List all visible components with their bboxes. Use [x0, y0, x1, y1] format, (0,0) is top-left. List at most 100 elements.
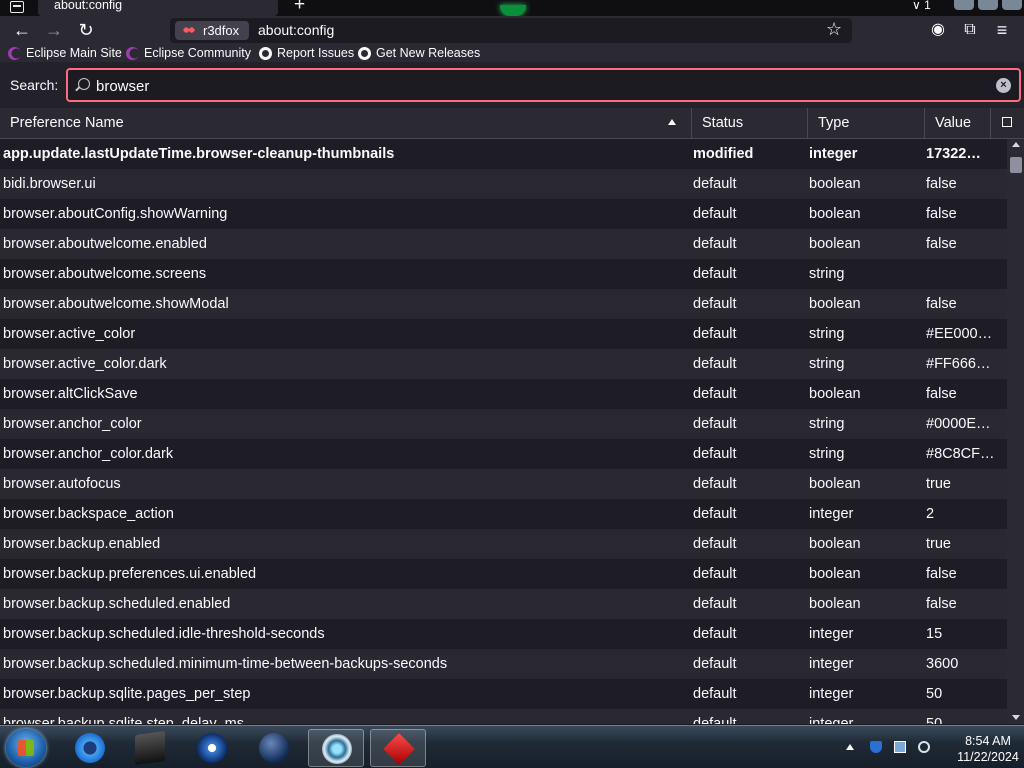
tab-title: about:config: [54, 0, 123, 12]
table-row[interactable]: browser.active_color.dark default string #F…: [0, 349, 1007, 379]
pref-name-cell: browser.backup.scheduled.minimum-time-be…: [3, 656, 448, 672]
taskbar-command-prompt[interactable]: [122, 729, 178, 767]
table-row[interactable]: browser.backup.scheduled.idle-threshold-…: [0, 619, 1007, 649]
column-type[interactable]: Type: [807, 108, 925, 138]
clock-time[interactable]: 8:54 AM: [952, 734, 1024, 748]
eclipse-icon: [126, 46, 139, 60]
table-row[interactable]: browser.backup.enabled default boolean true: [0, 529, 1007, 559]
vertical-scrollbar[interactable]: [1007, 139, 1024, 724]
taskbar-media-player[interactable]: [184, 729, 240, 767]
status-cell: default: [693, 566, 737, 582]
taskbar-internet-explorer[interactable]: [62, 729, 118, 767]
maximize-button[interactable]: [978, 0, 998, 10]
scroll-up-icon[interactable]: [1012, 142, 1020, 147]
taskbar-r3dfox[interactable]: [370, 729, 426, 767]
table-row[interactable]: browser.backspace_action default integer 2: [0, 499, 1007, 529]
bookmark-eclipse-main-site[interactable]: Eclipse Main Site: [8, 44, 122, 62]
security-shield-icon[interactable]: [870, 741, 882, 753]
github-icon: [358, 46, 371, 60]
value-cell: 3600: [926, 656, 959, 672]
pref-name-cell: browser.aboutwelcome.enabled: [3, 236, 207, 252]
start-button[interactable]: [6, 729, 46, 767]
pref-name-cell: browser.autofocus: [3, 476, 121, 492]
table-row[interactable]: browser.aboutwelcome.screens default strin…: [0, 259, 1007, 289]
value-cell: #0000E…: [926, 416, 991, 432]
show-hidden-icons-icon[interactable]: [846, 744, 854, 750]
r3dfox-icon: [183, 27, 195, 33]
new-tab-button[interactable]: +: [294, 0, 305, 15]
column-value[interactable]: Value: [924, 108, 990, 138]
table-row[interactable]: browser.altClickSave default boolean false: [0, 379, 1007, 409]
back-icon[interactable]: ←: [10, 18, 34, 42]
status-cell: default: [693, 296, 737, 312]
reload-icon[interactable]: ↻: [74, 18, 98, 42]
pref-name-cell: browser.backup.sqlite.step_delay_ms: [3, 716, 244, 724]
bookmark-star-icon[interactable]: ☆: [826, 19, 842, 40]
value-cell: false: [926, 296, 957, 312]
table-row[interactable]: browser.aboutwelcome.enabled default boole…: [0, 229, 1007, 259]
clear-search-icon[interactable]: ×: [996, 78, 1011, 93]
table-row[interactable]: bidi.browser.ui default boolean false: [0, 169, 1007, 199]
status-cell: default: [693, 176, 737, 192]
search-input[interactable]: [96, 76, 976, 96]
bookmark-eclipse-community[interactable]: Eclipse Community: [126, 44, 251, 62]
type-cell: integer: [809, 146, 858, 162]
taskbar-webcam[interactable]: [308, 729, 364, 767]
pref-name-cell: browser.backup.scheduled.idle-threshold-…: [3, 626, 325, 642]
url-text[interactable]: about:config: [258, 22, 334, 38]
taskbar-globe-app[interactable]: [246, 729, 302, 767]
window-menu-icon[interactable]: [10, 1, 24, 13]
column-status[interactable]: Status: [691, 108, 808, 138]
table-row[interactable]: browser.active_color default string #EE000…: [0, 319, 1007, 349]
preferences-table: app.update.lastUpdateTime.browser-cleanu…: [0, 139, 1007, 724]
search-box[interactable]: ×: [66, 68, 1021, 102]
url-bar[interactable]: r3dfox about:config ☆: [170, 18, 852, 43]
type-cell: integer: [809, 626, 854, 642]
pref-name-cell: browser.aboutwelcome.screens: [3, 266, 207, 282]
type-cell: boolean: [809, 206, 861, 222]
extensions-icon[interactable]: ⧉: [958, 18, 982, 42]
table-row[interactable]: browser.backup.scheduled.enabled default b…: [0, 589, 1007, 619]
table-row[interactable]: app.update.lastUpdateTime.browser-cleanu…: [0, 139, 1007, 169]
status-cell: default: [693, 236, 737, 252]
type-cell: integer: [809, 656, 854, 672]
tab-list-button[interactable]: ∨ 1: [912, 0, 931, 12]
status-cell: modified: [693, 146, 754, 162]
table-row[interactable]: browser.backup.scheduled.minimum-time-be…: [0, 649, 1007, 679]
bookmark-get-new-releases[interactable]: Get New Releases: [358, 44, 480, 62]
account-icon[interactable]: ◉: [926, 18, 950, 42]
pref-name-cell: browser.backup.enabled: [3, 536, 161, 552]
table-row[interactable]: browser.aboutwelcome.showModal default boo…: [0, 289, 1007, 319]
bookmark-report-issues[interactable]: Report Issues: [259, 44, 354, 62]
media-player-icon: [197, 733, 227, 763]
status-cell: default: [693, 416, 737, 432]
table-row[interactable]: browser.anchor_color default string #0000E…: [0, 409, 1007, 439]
close-window-button[interactable]: [1002, 0, 1022, 10]
value-cell: 15: [926, 626, 943, 642]
table-row[interactable]: browser.aboutConfig.showWarning default bo…: [0, 199, 1007, 229]
webcam-icon: [322, 734, 352, 764]
volume-icon[interactable]: [918, 741, 930, 753]
network-icon[interactable]: [894, 741, 906, 753]
type-cell: integer: [809, 686, 854, 702]
clock-date[interactable]: 11/22/2024: [952, 750, 1024, 764]
forward-icon[interactable]: →: [42, 18, 66, 42]
search-row: Search: ×: [0, 62, 1024, 108]
table-row[interactable]: browser.backup.preferences.ui.enabled def…: [0, 559, 1007, 589]
table-row[interactable]: browser.backup.sqlite.pages_per_step defa…: [0, 679, 1007, 709]
menu-icon[interactable]: ≡: [990, 18, 1014, 42]
status-cell: default: [693, 506, 737, 522]
identity-box[interactable]: r3dfox: [175, 21, 249, 40]
tab-about-config[interactable]: about:config: [38, 0, 278, 16]
value-cell: false: [926, 596, 957, 612]
table-row[interactable]: browser.anchor_color.dark default string #8…: [0, 439, 1007, 469]
column-preference-name[interactable]: Preference Name: [0, 108, 692, 138]
table-row[interactable]: browser.autofocus default boolean true: [0, 469, 1007, 499]
scrollbar-thumb[interactable]: [1010, 157, 1022, 173]
pref-name-cell: browser.backspace_action: [3, 506, 174, 522]
type-cell: boolean: [809, 476, 861, 492]
minimize-button[interactable]: [954, 0, 974, 10]
scroll-down-icon[interactable]: [1012, 715, 1020, 720]
pref-name-cell: app.update.lastUpdateTime.browser-cleanu…: [3, 146, 395, 162]
table-row[interactable]: browser.backup.sqlite.step_delay_ms defau…: [0, 709, 1007, 724]
